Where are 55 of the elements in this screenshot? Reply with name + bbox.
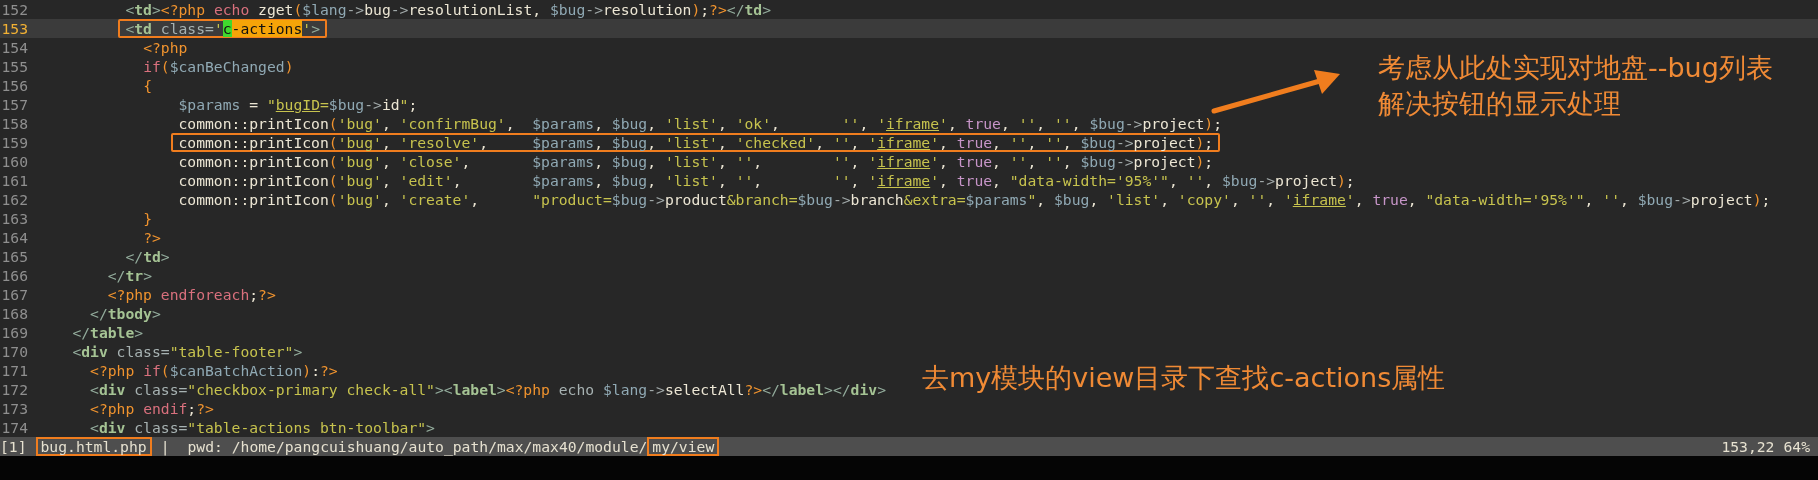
line-number: 153 [0,19,28,38]
code-line: <div class="table-footer"> [72,342,303,361]
code-line: </table> [72,323,144,342]
line-number: 169 [0,323,28,342]
line-number: 157 [0,95,28,114]
line-number: 161 [0,171,28,190]
scroll-percent: 64% [1783,437,1810,456]
code-line: <div class="table-actions btn-toolbar"> [90,418,435,437]
code-line: <?php endforeach;?> [107,285,276,304]
code-line: <?php endif;?> [90,399,214,418]
code-line: <td class='c-actions'> [118,19,327,38]
code-line: common::printIcon('bug', 'confirmBug', $params, $bug, 'list', 'ok', '', 'iframe', true, '', '', $bug->project); [178,114,1223,133]
line-number: 173 [0,399,28,418]
code-line: common::printIcon('bug', 'create', "product=$bug->product&branch=$bug->branch&extra=$params", $bug, 'list', 'copy', '', 'iframe', true, "data-width='95%'", '', $bug->project); [178,190,1771,209]
code-line: { [143,76,152,95]
code-line: </tr> [107,266,152,285]
code-line: </tbody> [90,304,161,323]
line-number: 168 [0,304,28,323]
code-line: } [143,209,152,228]
code-line: if($canBeChanged) [143,57,294,76]
line-number: 158 [0,114,28,133]
line-number: 174 [0,418,28,437]
line-number: 170 [0,342,28,361]
working-directory: pwd: /home/pangcuishuang/auto_path/max/max40/module/ my/view [187,437,720,456]
line-number: 154 [0,38,28,57]
line-number: 171 [0,361,28,380]
code-line: </td> [125,247,170,266]
annotation-text: 解决按钮的显示处理 [1378,87,1622,121]
line-number: 163 [0,209,28,228]
code-line: <?php [143,38,188,57]
separator: | [160,437,170,456]
code-line: <div class="checkbox-primary check-all"><label><?php echo $lang->selectAll?></label></div> [90,380,886,399]
code-line: <?php if($canBatchAction):?> [90,361,338,380]
line-number: 166 [0,266,28,285]
code-line: <td><?php echo zget($lang->bug->resolutionList, $bug->resolution);?></td> [125,0,771,19]
line-number: 162 [0,190,28,209]
code-line: common::printIcon('bug', 'close', $params, $bug, 'list', '', '', 'iframe', true, '', '', $bug->project); [178,152,1214,171]
cursor-position: 153,22 [1721,437,1775,456]
line-number: 155 [0,57,28,76]
code-line: $params = "bugID=$bug->id"; [178,95,418,114]
code-line: common::printIcon('bug', 'resolve', $params, $bug, 'list', 'checked', '', 'iframe', true, '', '', $bug->project); [171,133,1221,152]
code-line: common::printIcon('bug', 'edit', $params, $bug, 'list', '', '', 'iframe', true, "data-width='95%'", '', $bug->project); [178,171,1355,190]
annotation-text: 去my模块的view目录下查找c-actions属性 [922,361,1446,395]
code-line: ?> [143,228,161,247]
line-number: 164 [0,228,28,247]
line-number: 172 [0,380,28,399]
line-number: 165 [0,247,28,266]
file-name: bug.html.php [35,437,152,456]
buffer-number: [1] [0,437,27,456]
line-number: 152 [0,0,28,19]
annotation-text: 考虑从此处实现对地盘--bug列表 [1378,51,1773,85]
line-number: 160 [0,152,28,171]
line-number: 167 [0,285,28,304]
line-number: 156 [0,76,28,95]
line-number: 159 [0,133,28,152]
